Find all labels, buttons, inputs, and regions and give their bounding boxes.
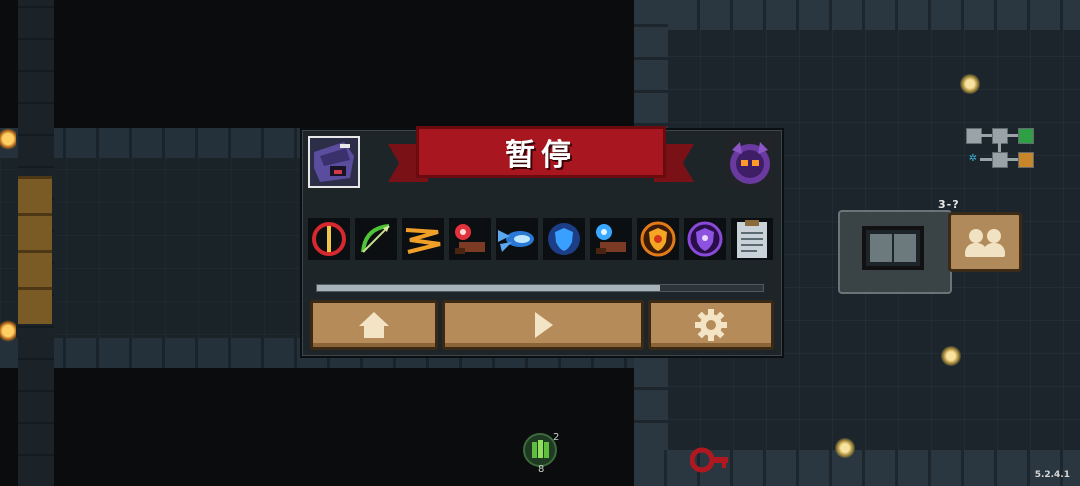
room-wall-top — [634, 0, 1080, 30]
gear-icon — [695, 309, 727, 341]
resume-button[interactable] — [442, 300, 644, 350]
blue-orb-cannon-icon — [596, 224, 626, 254]
people-icon — [965, 227, 1005, 257]
buff-slot[interactable] — [402, 218, 444, 260]
weapon-count-top: 2 — [553, 432, 560, 443]
torch-icon — [0, 320, 16, 342]
pet-portrait — [724, 136, 776, 188]
pause-dialog: 暂停 — [300, 126, 784, 358]
blue-shield-icon — [548, 223, 580, 255]
red-orb-cannon-icon — [455, 224, 485, 254]
minimap-start-room — [1018, 128, 1034, 144]
lightning-bolt-icon — [405, 228, 441, 254]
energy-orb-icon — [960, 74, 980, 94]
weapon-count-bottom: 8 — [538, 464, 545, 475]
play-icon — [535, 312, 553, 338]
energy-orb-icon — [835, 438, 855, 458]
buff-slot[interactable] — [637, 218, 679, 260]
home-icon — [359, 312, 389, 338]
crate-stack — [18, 176, 52, 324]
buff-scrollbar[interactable] — [316, 284, 764, 292]
buff-slot[interactable] — [496, 218, 538, 260]
purple-helmet-pet-icon — [730, 142, 770, 184]
buff-list — [308, 218, 773, 262]
multiplayer-button[interactable] — [948, 212, 1022, 272]
minimap[interactable]: ✲ — [964, 126, 1036, 174]
orange-fire-shield-icon — [640, 221, 676, 257]
red-sword-ring-icon — [312, 222, 346, 256]
level-indicator: 3-? — [938, 198, 960, 211]
title-banner: 暂停 — [388, 126, 694, 188]
assassin-avatar-icon — [310, 138, 358, 186]
pause-title: 暂停 — [505, 138, 577, 173]
buff-slot[interactable] — [355, 218, 397, 260]
settings-button[interactable] — [648, 300, 774, 350]
buff-slot[interactable] — [590, 218, 632, 260]
buff-slot[interactable] — [731, 218, 773, 260]
buff-slot[interactable] — [543, 218, 585, 260]
buff-scrollbar-thumb[interactable] — [317, 285, 661, 291]
buff-slot[interactable] — [684, 218, 726, 260]
torch-icon — [0, 128, 16, 150]
purple-shield-icon — [687, 221, 723, 257]
clipboard-icon — [737, 220, 767, 258]
minimap-portal-icon: ✲ — [968, 153, 978, 164]
home-button[interactable] — [310, 300, 438, 350]
portal[interactable] — [838, 210, 952, 294]
energy-orb-icon — [941, 346, 961, 366]
buff-slot[interactable] — [449, 218, 491, 260]
red-key-icon — [690, 447, 728, 473]
green-bow-icon — [361, 224, 390, 253]
version-label: 5.2.4.1 — [1034, 470, 1070, 480]
portal-door — [862, 226, 924, 270]
character-portrait — [308, 136, 360, 188]
minimap-chest-room — [1018, 152, 1034, 168]
buff-slot[interactable] — [308, 218, 350, 260]
blue-energy-blast-icon — [498, 230, 534, 252]
